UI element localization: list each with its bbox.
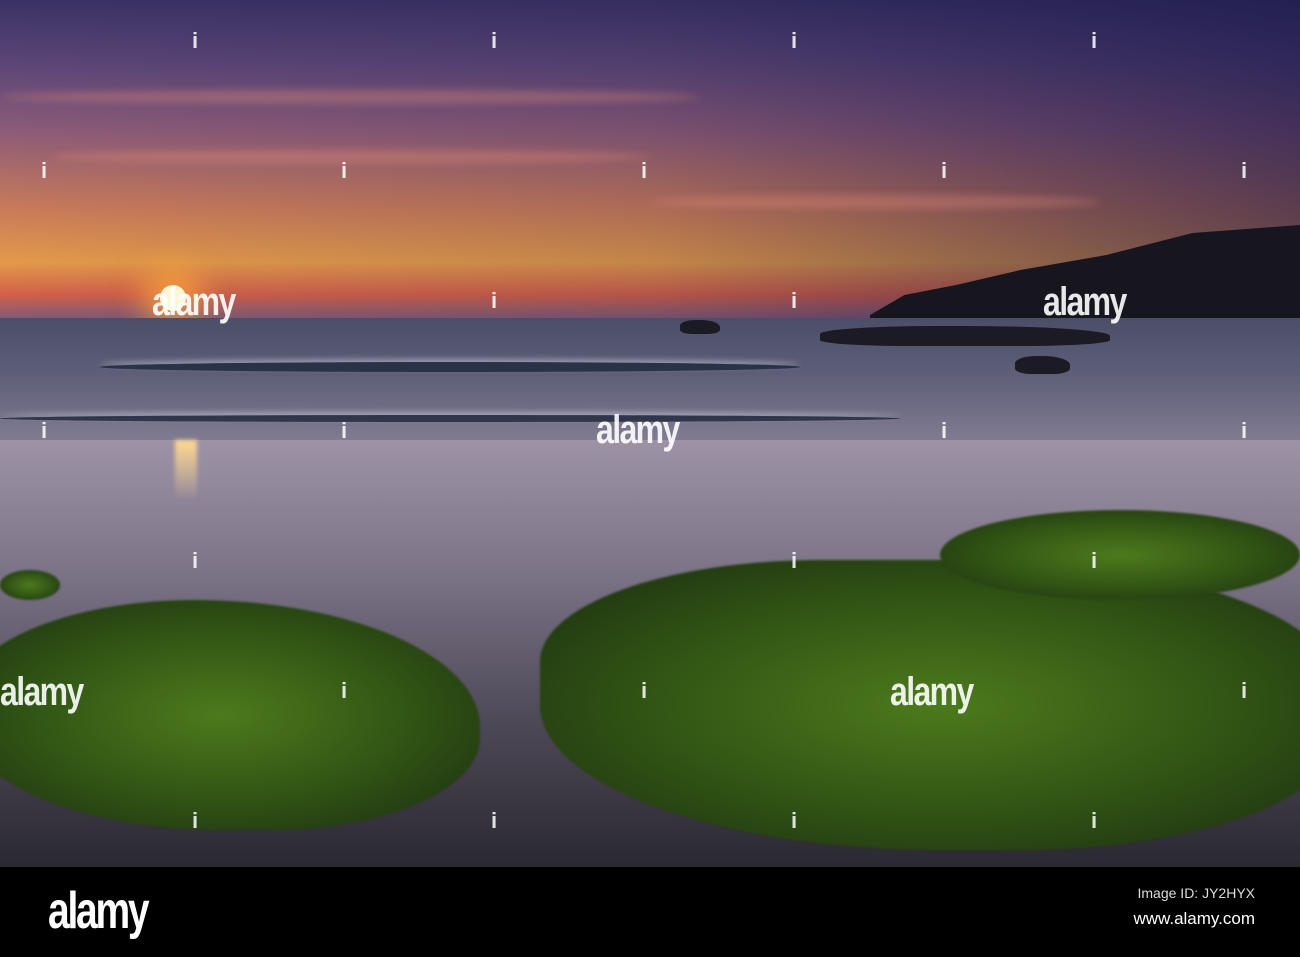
watermark: alamy: [152, 280, 236, 324]
watermark: alamy: [890, 670, 974, 714]
watermark-mark: i: [791, 808, 798, 833]
beach-sunset-photo: alamy alamy alamy alamy alamy i i i i i i i i i i…: [0, 0, 1300, 867]
watermark-mark: i: [192, 28, 199, 53]
site-url: www.alamy.com: [1133, 909, 1255, 928]
cloud-streak: [650, 195, 1100, 209]
watermark-mark: i: [192, 548, 199, 573]
rock: [820, 326, 1110, 346]
watermark: alamy: [0, 670, 84, 714]
watermark: alamy: [1043, 280, 1127, 324]
watermark-mark: i: [341, 418, 348, 443]
wave: [0, 415, 900, 422]
watermark-mark: i: [941, 158, 948, 183]
watermark-mark: i: [491, 808, 498, 833]
cloud-streak: [0, 90, 700, 104]
watermark-mark: i: [641, 158, 648, 183]
watermark-mark: i: [341, 678, 348, 703]
watermark-mark: i: [1241, 158, 1248, 183]
watermark-mark: i: [491, 28, 498, 53]
seaweed-rocks: [940, 510, 1300, 600]
watermark-mark: i: [192, 808, 199, 833]
footer-bar: alamy Image ID: JY2HYX www.alamy.com: [0, 867, 1300, 957]
watermark-mark: i: [341, 158, 348, 183]
watermark-mark: i: [1241, 678, 1248, 703]
seaweed-rocks: [0, 570, 60, 600]
watermark-mark: i: [791, 548, 798, 573]
watermark-mark: i: [1241, 418, 1248, 443]
watermark-mark: i: [641, 678, 648, 703]
watermark-mark: i: [1091, 548, 1098, 573]
rock: [1015, 356, 1070, 374]
wave: [100, 362, 800, 372]
watermark-mark: i: [41, 418, 48, 443]
alamy-logo: alamy: [48, 882, 150, 940]
watermark-mark: i: [41, 158, 48, 183]
cloud-streak: [50, 150, 650, 164]
watermark: alamy: [596, 408, 680, 452]
image-id: Image ID: JY2HYX: [1137, 885, 1256, 901]
rock: [680, 320, 720, 334]
watermark-mark: i: [1091, 28, 1098, 53]
watermark-mark: i: [1091, 808, 1098, 833]
watermark-mark: i: [491, 288, 498, 313]
watermark-mark: i: [791, 28, 798, 53]
sun-reflection: [175, 440, 197, 500]
watermark-mark: i: [941, 418, 948, 443]
watermark-mark: i: [791, 288, 798, 313]
